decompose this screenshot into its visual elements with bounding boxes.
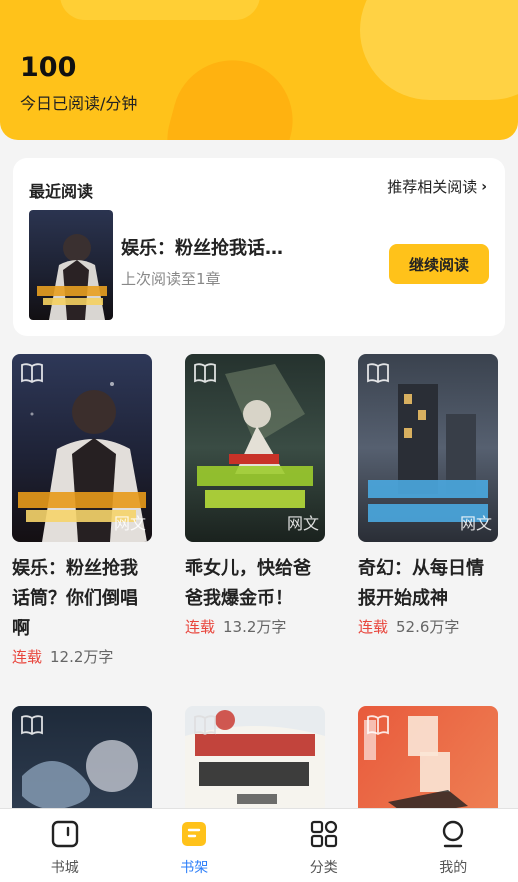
reading-minutes: 100 <box>20 52 77 83</box>
bookshelf-icon <box>179 819 209 853</box>
recent-reading-card: 最近阅读 推荐相关阅读 › 娱乐：粉丝抢我话… 上次阅读至1章 继续阅读 <box>13 158 505 336</box>
tab-profile[interactable]: 我的 <box>389 809 518 882</box>
book-title: 娱乐：粉丝抢我话筒？你们倒唱啊 <box>12 558 138 639</box>
book-mark-icon <box>20 714 44 736</box>
book-card[interactable]: 网文 乖女儿，快给爸爸我爆金币！ 连载 13.2万字 <box>185 354 325 637</box>
book-mark-icon <box>366 714 390 736</box>
book-mark-icon <box>193 714 217 736</box>
book-title: 奇幻：从每日情报开始成神 <box>358 558 484 609</box>
tab-bookshelf[interactable]: 书架 <box>130 809 260 882</box>
book-mark-icon <box>20 362 44 384</box>
book-word-count: 13.2万字 <box>223 618 287 636</box>
continue-reading-button[interactable]: 继续阅读 <box>389 244 489 284</box>
book-word-count: 52.6万字 <box>396 618 460 636</box>
recent-reading-progress: 上次阅读至1章 <box>121 270 221 288</box>
category-icon <box>309 819 339 853</box>
chevron-right-icon: › <box>481 178 487 195</box>
tab-label: 分类 <box>309 860 338 876</box>
book-word-count: 12.2万字 <box>50 648 114 666</box>
tab-label: 我的 <box>439 860 468 876</box>
tab-category[interactable]: 分类 <box>259 809 389 882</box>
tab-label: 书架 <box>180 860 209 876</box>
bookstore-icon <box>50 819 80 853</box>
book-cover[interactable]: 网文 <box>358 354 498 542</box>
reading-minutes-label: 今日已阅读/分钟 <box>20 94 138 113</box>
recommend-related-link[interactable]: 推荐相关阅读 › <box>387 176 487 197</box>
cover-tag: 网文 <box>113 514 146 533</box>
book-status: 连载 <box>185 618 216 636</box>
cover-tag: 网文 <box>459 514 492 533</box>
book-card[interactable]: 网文 娱乐：粉丝抢我话筒？你们倒唱啊 连载 12.2万字 <box>12 354 152 667</box>
recommend-related-label: 推荐相关阅读 <box>387 178 478 196</box>
bottom-tab-bar: 书城 书架 分类 我的 <box>0 808 518 882</box>
recent-book-title: 娱乐：粉丝抢我话… <box>121 238 283 259</box>
book-cover[interactable]: 网文 <box>185 354 325 542</box>
cover-tag: 网文 <box>286 514 319 533</box>
book-status: 连载 <box>358 618 389 636</box>
profile-icon <box>438 819 468 853</box>
book-card[interactable]: 网文 奇幻：从每日情报开始成神 连载 52.6万字 <box>358 354 498 637</box>
tab-label: 书城 <box>50 860 79 876</box>
book-cover[interactable]: 网文 <box>12 354 152 542</box>
header-decoration <box>360 0 518 100</box>
tab-bookstore[interactable]: 书城 <box>0 809 130 882</box>
book-status: 连载 <box>12 648 43 666</box>
header-decoration <box>60 0 260 20</box>
book-mark-icon <box>193 362 217 384</box>
recent-reading-title: 最近阅读 <box>29 182 94 201</box>
recent-book-cover[interactable] <box>29 210 113 320</box>
book-mark-icon <box>366 362 390 384</box>
book-title: 乖女儿，快给爸爸我爆金币！ <box>185 558 311 609</box>
header-decoration <box>153 46 307 140</box>
reading-stats-header: 100 今日已阅读/分钟 <box>0 0 518 140</box>
